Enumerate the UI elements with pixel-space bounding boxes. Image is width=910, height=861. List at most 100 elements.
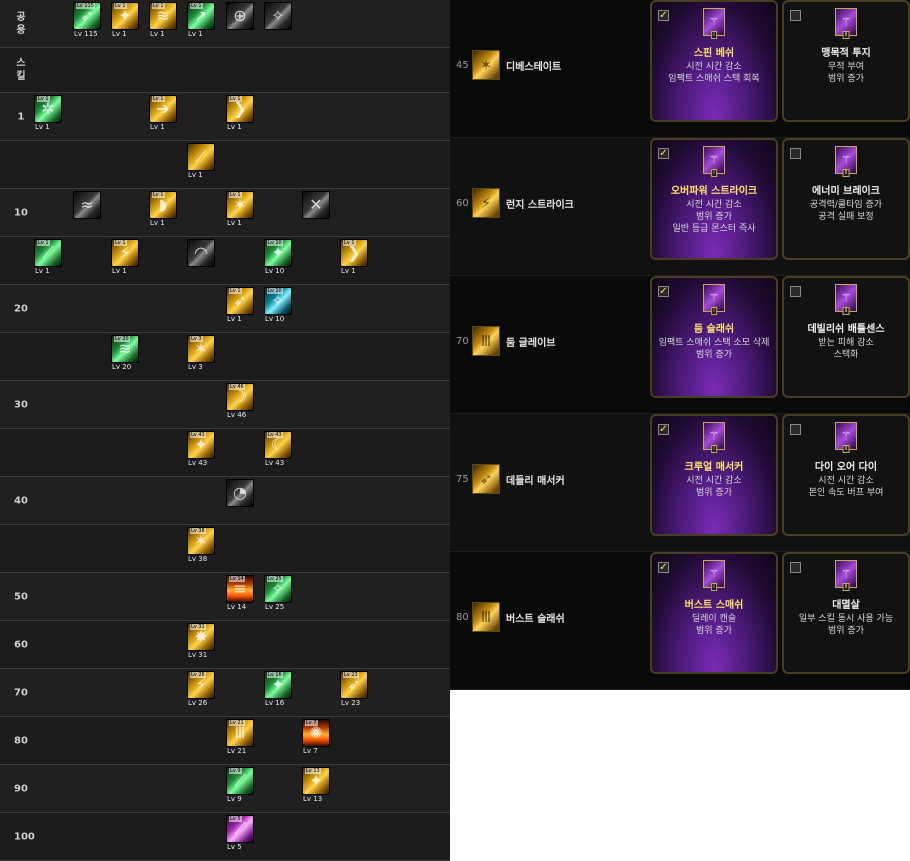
skill-icon[interactable]: ⚡ Lv 1 bbox=[111, 239, 139, 267]
skill-icon[interactable]: ➶ Lv 1 bbox=[226, 287, 254, 315]
skill-icon[interactable]: ✶ Lv 38 bbox=[187, 527, 215, 555]
skill-slot[interactable]: ➶ Lv 115 Lv 115 bbox=[73, 2, 101, 42]
skill-icon[interactable]: ❯ Lv 1 bbox=[226, 95, 254, 123]
skill-slot[interactable]: ≋ Lv 20 Lv 20 bbox=[111, 335, 139, 375]
skill-slot[interactable]: ✦ Lv 43 Lv 43 bbox=[187, 431, 215, 471]
skill-slot[interactable]: ✦ Lv 13 Lv 13 bbox=[302, 767, 330, 807]
skill-icon[interactable]: ◗ Lv 1 bbox=[149, 191, 177, 219]
skill-slot[interactable]: ✦ Lv 1 Lv 1 bbox=[111, 2, 139, 42]
skill-slot[interactable]: ✶ Lv 38 Lv 38 bbox=[187, 527, 215, 567]
skill-slot[interactable]: ✕ bbox=[302, 191, 330, 231]
option-effect-line: 범위 증가 bbox=[696, 488, 732, 498]
skill-slot[interactable]: ✧ Lv 10 Lv 10 bbox=[264, 287, 292, 327]
skill-slot[interactable]: ✲ Lv 1 Lv 1 bbox=[34, 95, 62, 135]
skill-slot[interactable]: ≋ Lv 1 Lv 1 bbox=[149, 2, 177, 42]
right-option-card[interactable]: ⚚ Ⅱ 다이 오어 다이 시전 시간 감소 본인 속도 버프 부여 bbox=[782, 414, 910, 536]
skill-icon[interactable]: ✺ Lv 7 bbox=[302, 719, 330, 747]
option-checkbox[interactable] bbox=[790, 10, 801, 21]
skill-slot[interactable]: ➔ Lv 1 Lv 1 bbox=[149, 95, 177, 135]
skill-slot[interactable]: ❯ Lv 1 Lv 1 bbox=[226, 95, 254, 135]
skill-icon[interactable]: ✕ bbox=[302, 191, 330, 219]
skill-icon[interactable]: ≡ Lv 14 bbox=[226, 575, 254, 603]
skill-slot[interactable]: ⚡ Lv 1 Lv 1 bbox=[111, 239, 139, 279]
skill-slot[interactable]: ⟋ Lv 9 Lv 9 bbox=[226, 767, 254, 807]
skill-icon[interactable]: ✶ Lv 3 bbox=[187, 335, 215, 363]
skill-icon[interactable]: ✦ Lv 43 bbox=[187, 431, 215, 459]
option-checkbox[interactable]: ✓ bbox=[658, 148, 669, 159]
skill-slot[interactable]: ✶ Lv 1 Lv 1 bbox=[226, 191, 254, 231]
skill-slot[interactable]: ☽ Lv 46 Lv 46 bbox=[226, 383, 254, 423]
skill-slot[interactable]: ⟋ Lv 1 bbox=[187, 143, 215, 183]
right-option-card[interactable]: ⚚ Ⅱ 맹목적 투지 무적 부여 범위 증가 bbox=[782, 0, 910, 122]
skill-icon[interactable]: ≋ Lv 20 bbox=[111, 335, 139, 363]
skill-icon[interactable]: ☾ Lv 43 bbox=[264, 431, 292, 459]
skill-slot[interactable]: ❯ Lv 1 Lv 1 bbox=[340, 239, 368, 279]
skill-slot[interactable]: ✧ Lv 25 Lv 25 bbox=[264, 575, 292, 615]
skill-slot[interactable]: ◠ bbox=[187, 239, 215, 279]
left-option-card[interactable]: ✓ ⚚ Ⅰ 오버파워 스트라이크 시전 시간 감소 범위 증가 일반 등급 몬스터 즉사 bbox=[650, 138, 778, 260]
skill-icon[interactable]: Ⅲ Lv 21 bbox=[226, 719, 254, 747]
left-option-card[interactable]: ✓ ⚚ Ⅰ 크루얼 매서커 시전 시간 감소 범위 증가 bbox=[650, 414, 778, 536]
skill-icon[interactable]: ⟋ Lv 1 bbox=[34, 239, 62, 267]
skill-icon[interactable]: ⟋ Lv 9 bbox=[226, 767, 254, 795]
skill-slot[interactable]: ≈ bbox=[73, 191, 101, 231]
skill-icon[interactable]: ➶ Lv 115 bbox=[73, 2, 101, 30]
skill-icon[interactable]: ≋ Lv 1 bbox=[149, 2, 177, 30]
skill-slot[interactable]: ✧ bbox=[264, 2, 292, 42]
option-checkbox[interactable]: ✓ bbox=[658, 10, 669, 21]
skill-icon[interactable]: ➶ Lv 23 bbox=[340, 671, 368, 699]
skill-slot[interactable]: Ⅲ Lv 21 Lv 21 bbox=[226, 719, 254, 759]
skill-slot[interactable]: ⚡ Lv 26 Lv 26 bbox=[187, 671, 215, 711]
right-option-card[interactable]: ⚚ Ⅱ 데빌리쉬 배틀센스 받는 피해 감소 스택화 bbox=[782, 276, 910, 398]
skill-icon[interactable]: ◔ bbox=[226, 479, 254, 507]
right-option-card[interactable]: ⚚ Ⅱ 에너미 브레이크 공격력/쿨타임 증가 공격 실패 보정 bbox=[782, 138, 910, 260]
skill-icon[interactable]: ➚ Lv 1 bbox=[187, 2, 215, 30]
skill-slot[interactable]: ≡ Lv 14 Lv 14 bbox=[226, 575, 254, 615]
skill-slot[interactable]: ✺ Lv 7 Lv 7 bbox=[302, 719, 330, 759]
right-option-card[interactable]: ⚚ Ⅱ 대멸살 일부 스킬 동시 사용 가능 범위 증가 bbox=[782, 552, 910, 674]
skill-slot[interactable]: ✦ Lv 10 Lv 10 bbox=[264, 239, 292, 279]
skill-icon[interactable]: ✸ Lv 31 bbox=[187, 623, 215, 651]
left-option-card[interactable]: ✓ ⚚ Ⅰ 버스트 스매쉬 딜레이 캔슬 범위 증가 bbox=[650, 552, 778, 674]
option-checkbox[interactable] bbox=[790, 562, 801, 573]
skill-icon[interactable]: ➔ Lv 1 bbox=[149, 95, 177, 123]
option-checkbox[interactable]: ✓ bbox=[658, 424, 669, 435]
skill-icon[interactable]: ≈ bbox=[73, 191, 101, 219]
skill-icon[interactable]: ✧ Lv 25 bbox=[264, 575, 292, 603]
skill-icon[interactable]: ✶ Lv 1 bbox=[226, 191, 254, 219]
left-option-card[interactable]: ✓ ⚚ Ⅰ 스핀 베쉬 시전 시간 감소 임팩트 스매쉬 스택 회복 bbox=[650, 0, 778, 122]
skill-icon[interactable]: ✦ Lv 10 bbox=[264, 239, 292, 267]
skill-icon[interactable]: ✦ Lv 13 bbox=[302, 767, 330, 795]
left-option-card[interactable]: ✓ ⚚ Ⅰ 둠 슬래쉬 임팩트 스매쉬 스택 소모 삭제 범위 증가 bbox=[650, 276, 778, 398]
option-checkbox[interactable] bbox=[790, 148, 801, 159]
skill-icon[interactable]: ⟋ bbox=[187, 143, 215, 171]
option-checkbox[interactable]: ✓ bbox=[658, 562, 669, 573]
skill-slot[interactable]: ➚ Lv 1 Lv 1 bbox=[187, 2, 215, 42]
skill-slot[interactable]: ◗ Lv 1 Lv 1 bbox=[149, 191, 177, 231]
skill-icon[interactable]: ⊕ bbox=[226, 2, 254, 30]
skill-icon[interactable]: ✲ Lv 1 bbox=[34, 95, 62, 123]
skill-slot[interactable]: ⟋ Lv 1 Lv 1 bbox=[34, 239, 62, 279]
skill-icon[interactable]: ❯ Lv 1 bbox=[340, 239, 368, 267]
skill-icon[interactable]: ✦ Lv 1 bbox=[111, 2, 139, 30]
skill-slot[interactable]: ⟋ Lv 5 Lv 5 bbox=[226, 815, 254, 855]
skill-slot[interactable]: ⊕ bbox=[226, 2, 254, 42]
skill-slot[interactable]: ◔ bbox=[226, 479, 254, 519]
skill-icon[interactable]: ✧ bbox=[264, 2, 292, 30]
skill-icon[interactable]: ✦ Lv 16 bbox=[264, 671, 292, 699]
option-checkbox[interactable] bbox=[790, 424, 801, 435]
skill-slot[interactable]: ➶ Lv 1 Lv 1 bbox=[226, 287, 254, 327]
skill-slot[interactable]: ➶ Lv 23 Lv 23 bbox=[340, 671, 368, 711]
option-checkbox[interactable]: ✓ bbox=[658, 286, 669, 297]
skill-slot[interactable]: ✦ Lv 16 Lv 16 bbox=[264, 671, 292, 711]
skill-slot[interactable]: ☾ Lv 43 Lv 43 bbox=[264, 431, 292, 471]
skill-icon[interactable]: ✧ Lv 10 bbox=[264, 287, 292, 315]
skill-slot[interactable]: ✶ Lv 3 Lv 3 bbox=[187, 335, 215, 375]
option-effect-line: 범위 증가 bbox=[696, 350, 732, 360]
option-checkbox[interactable] bbox=[790, 286, 801, 297]
skill-icon[interactable]: ☽ Lv 46 bbox=[226, 383, 254, 411]
skill-icon[interactable]: ◠ bbox=[187, 239, 215, 267]
skill-icon[interactable]: ⚡ Lv 26 bbox=[187, 671, 215, 699]
skill-slot[interactable]: ✸ Lv 31 Lv 31 bbox=[187, 623, 215, 663]
skill-icon[interactable]: ⟋ Lv 5 bbox=[226, 815, 254, 843]
